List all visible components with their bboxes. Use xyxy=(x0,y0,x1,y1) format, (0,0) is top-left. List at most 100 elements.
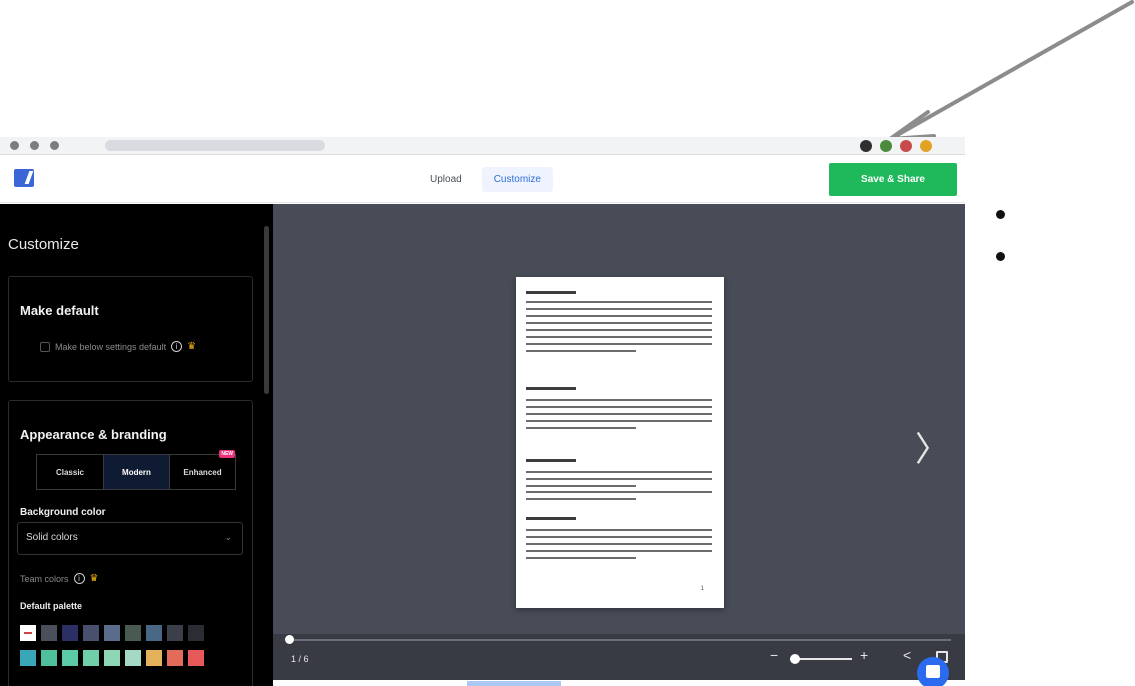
sidebar-scrollbar[interactable] xyxy=(264,226,269,394)
sidebar-title: Customize xyxy=(8,236,79,253)
theme-classic-label: Classic xyxy=(55,467,85,477)
color-swatch[interactable] xyxy=(41,650,57,666)
annotation-arrow xyxy=(888,0,1134,141)
theme-classic[interactable]: Classic xyxy=(37,455,103,489)
info-icon[interactable]: i xyxy=(171,341,183,352)
share-icon[interactable]: < xyxy=(903,647,911,663)
color-swatch[interactable] xyxy=(104,625,120,641)
color-swatch[interactable] xyxy=(167,650,183,666)
preview-stage: 1 〉 1 / 6 − + < xyxy=(273,204,965,686)
document-text-line xyxy=(526,413,712,415)
document-text-line xyxy=(526,529,712,531)
color-swatch[interactable] xyxy=(125,625,141,641)
reload-icon[interactable] xyxy=(50,141,59,150)
document-text-line xyxy=(526,350,636,352)
make-default-row: Make below settings default i ♛ xyxy=(40,341,196,352)
extension-icon[interactable] xyxy=(880,140,892,152)
color-swatch[interactable] xyxy=(125,650,141,666)
color-swatch[interactable] xyxy=(20,650,36,666)
document-text-line xyxy=(526,308,712,310)
make-default-checkbox[interactable] xyxy=(40,341,50,352)
document-text-line xyxy=(526,343,712,345)
info-icon[interactable]: i xyxy=(73,573,85,584)
document-text-line xyxy=(526,427,636,429)
theme-enhanced[interactable]: Enhanced NEW xyxy=(169,450,235,489)
forward-icon[interactable] xyxy=(30,141,39,150)
make-default-label: Make below settings default xyxy=(55,341,167,352)
bottom-tab-indicator xyxy=(467,681,561,686)
document-text-line xyxy=(526,420,712,422)
chat-icon[interactable] xyxy=(917,657,949,686)
extension-icon[interactable] xyxy=(900,140,912,152)
document-text-line xyxy=(526,550,712,552)
tab-upload[interactable]: Upload xyxy=(418,167,474,192)
color-swatch[interactable] xyxy=(146,650,162,666)
logo-icon[interactable] xyxy=(14,169,34,187)
new-badge: NEW xyxy=(219,450,235,458)
document-text-line xyxy=(526,336,712,338)
document-text-line xyxy=(526,291,576,294)
tab-customize[interactable]: Customize xyxy=(481,167,553,192)
app-header: Upload Customize Save & Share xyxy=(0,155,965,203)
crown-icon: ♛ xyxy=(187,341,197,352)
bottom-bar xyxy=(273,680,965,686)
chevron-down-icon: ⌄ xyxy=(224,532,232,542)
theme-modern[interactable]: Modern xyxy=(103,455,169,489)
document-text-line xyxy=(526,557,636,559)
document-text-line xyxy=(526,387,576,390)
color-swatch[interactable] xyxy=(188,650,204,666)
document-text-line xyxy=(526,459,576,462)
next-page-icon[interactable]: 〉 xyxy=(915,422,949,471)
color-swatch[interactable] xyxy=(20,625,36,641)
background-color-select[interactable]: Solid colors ⌄ xyxy=(17,522,243,555)
page-progress-bar[interactable] xyxy=(285,635,951,644)
color-swatch[interactable] xyxy=(146,625,162,641)
color-swatch[interactable] xyxy=(62,650,78,666)
document-text-line xyxy=(526,478,712,480)
theme-selector: Classic Modern Enhanced NEW xyxy=(36,450,236,490)
appearance-heading: Appearance & branding xyxy=(20,427,167,442)
back-icon[interactable] xyxy=(10,141,19,150)
theme-modern-label: Modern xyxy=(122,467,151,477)
color-swatch[interactable] xyxy=(83,650,99,666)
color-swatch[interactable] xyxy=(62,625,78,641)
document-text-line xyxy=(526,322,712,324)
color-swatch[interactable] xyxy=(188,625,204,641)
customize-sidebar: Customize Make default Make below settin… xyxy=(0,204,273,686)
color-swatch[interactable] xyxy=(41,625,57,641)
document-text-line xyxy=(526,471,712,473)
address-bar[interactable] xyxy=(105,140,325,151)
document-page: 1 xyxy=(516,277,724,608)
progress-handle[interactable] xyxy=(285,635,294,644)
theme-colors-label: Team colors xyxy=(20,573,69,584)
document-text-line xyxy=(526,315,712,317)
palette-swatches xyxy=(20,625,240,666)
theme-enhanced-label: Enhanced xyxy=(183,467,222,477)
document-text-line xyxy=(526,485,636,487)
zoom-in-icon[interactable]: + xyxy=(860,647,868,663)
extension-icon[interactable] xyxy=(860,140,872,152)
document-text-line xyxy=(526,517,576,520)
document-text-line xyxy=(526,329,712,331)
document-text-line xyxy=(526,301,712,303)
zoom-out-icon[interactable]: − xyxy=(770,647,778,663)
color-swatch[interactable] xyxy=(167,625,183,641)
document-text-line xyxy=(526,399,712,401)
top-nav: Upload Customize xyxy=(418,167,553,192)
page-number: 1 xyxy=(700,586,704,592)
appearance-panel: Appearance & branding Classic Modern Enh… xyxy=(8,400,253,686)
save-share-button[interactable]: Save & Share xyxy=(829,163,957,196)
make-default-heading: Make default xyxy=(20,303,99,318)
background-color-label: Background color xyxy=(20,507,106,518)
zoom-handle[interactable] xyxy=(790,654,800,664)
page-counter: 1 / 6 xyxy=(291,654,309,664)
extension-icon[interactable] xyxy=(920,140,932,152)
document-text-line xyxy=(526,543,712,545)
default-palette-label: Default palette xyxy=(20,601,83,611)
document-text-line xyxy=(526,406,712,408)
color-swatch[interactable] xyxy=(83,625,99,641)
make-default-panel: Make default Make below settings default… xyxy=(8,276,253,382)
viewer-controls: 1 / 6 − + < xyxy=(273,634,965,686)
color-swatch[interactable] xyxy=(104,650,120,666)
crown-icon: ♛ xyxy=(89,573,99,584)
